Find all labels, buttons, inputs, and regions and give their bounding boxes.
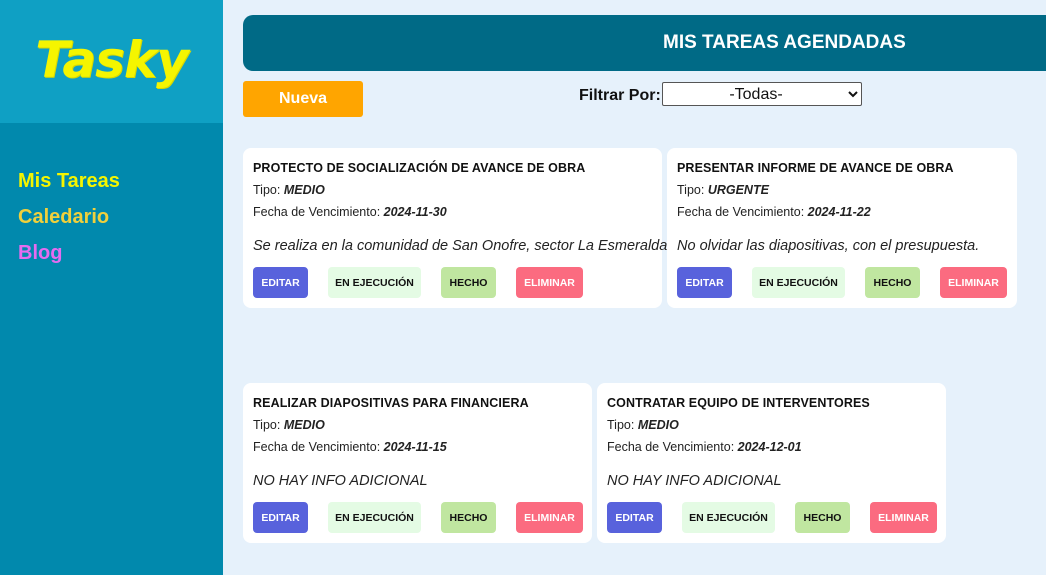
in-progress-button[interactable]: EN EJECUCIÓN [328, 267, 421, 298]
done-button[interactable]: HECHO [441, 502, 496, 533]
logo-area: Tasky [0, 0, 223, 123]
edit-button[interactable]: EDITAR [607, 502, 662, 533]
task-due-value: 2024-11-22 [807, 205, 871, 219]
edit-button[interactable]: EDITAR [253, 502, 308, 533]
task-due-value: 2024-11-30 [383, 205, 447, 219]
task-title: CONTRATAR EQUIPO DE INTERVENTORES [607, 396, 870, 410]
nav-item-calendario[interactable]: Caledario [18, 204, 120, 240]
task-type-value: URGENTE [707, 183, 769, 197]
task-type: Tipo: MEDIO [253, 417, 582, 439]
task-due-label: Fecha de Vencimiento: [253, 440, 384, 454]
task-due: Fecha de Vencimiento: 2024-12-01 [607, 439, 936, 461]
task-type-label: Tipo: [253, 418, 284, 432]
task-due-label: Fecha de Vencimiento: [677, 205, 808, 219]
task-title: REALIZAR DIAPOSITIVAS PARA FINANCIERA [253, 396, 529, 410]
task-actions: EDITAR EN EJECUCIÓN HECHO ELIMINAR [253, 267, 583, 298]
done-button[interactable]: HECHO [441, 267, 496, 298]
task-card: REALIZAR DIAPOSITIVAS PARA FINANCIERA Ti… [243, 383, 592, 543]
task-card: PRESENTAR INFORME DE AVANCE DE OBRA Tipo… [667, 148, 1017, 308]
task-actions: EDITAR EN EJECUCIÓN HECHO ELIMINAR [253, 502, 583, 533]
task-due: Fecha de Vencimiento: 2024-11-22 [677, 204, 1007, 226]
in-progress-button[interactable]: EN EJECUCIÓN [752, 267, 845, 298]
app-logo[interactable]: Tasky [35, 31, 189, 89]
page-header: MIS TAREAS AGENDADAS [243, 15, 1046, 71]
nav-item-blog[interactable]: Blog [18, 240, 120, 276]
in-progress-button[interactable]: EN EJECUCIÓN [682, 502, 775, 533]
delete-button[interactable]: ELIMINAR [870, 502, 937, 533]
filter-label: Filtrar Por: [579, 87, 661, 104]
done-button[interactable]: HECHO [795, 502, 850, 533]
sidebar-nav: Mis Tareas Caledario Blog [18, 168, 120, 276]
task-type-label: Tipo: [253, 183, 284, 197]
task-title: PROTECTO DE SOCIALIZACIÓN DE AVANCE DE O… [253, 161, 586, 175]
task-due: Fecha de Vencimiento: 2024-11-15 [253, 439, 582, 461]
task-type-label: Tipo: [677, 183, 708, 197]
task-due-value: 2024-12-01 [737, 440, 802, 454]
new-task-button[interactable]: Nueva [243, 81, 363, 117]
task-description: NO HAY INFO ADICIONAL [253, 473, 428, 489]
task-title: PRESENTAR INFORME DE AVANCE DE OBRA [677, 161, 954, 175]
task-description: No olvidar las diapositivas, con el pres… [677, 238, 980, 254]
task-type-value: MEDIO [283, 183, 325, 197]
task-actions: EDITAR EN EJECUCIÓN HECHO ELIMINAR [607, 502, 937, 533]
task-due-label: Fecha de Vencimiento: [253, 205, 384, 219]
task-type: Tipo: URGENTE [677, 182, 1007, 204]
task-type: Tipo: MEDIO [607, 417, 936, 439]
delete-button[interactable]: ELIMINAR [516, 267, 583, 298]
in-progress-button[interactable]: EN EJECUCIÓN [328, 502, 421, 533]
nav-item-mis-tareas[interactable]: Mis Tareas [18, 168, 120, 204]
task-type: Tipo: MEDIO [253, 182, 652, 204]
task-card: CONTRATAR EQUIPO DE INTERVENTORES Tipo: … [597, 383, 946, 543]
task-actions: EDITAR EN EJECUCIÓN HECHO ELIMINAR [677, 267, 1007, 298]
done-button[interactable]: HECHO [865, 267, 920, 298]
task-description: Se realiza en la comunidad de San Onofre… [253, 238, 668, 254]
delete-button[interactable]: ELIMINAR [516, 502, 583, 533]
task-description: NO HAY INFO ADICIONAL [607, 473, 782, 489]
delete-button[interactable]: ELIMINAR [940, 267, 1007, 298]
sidebar: Tasky Mis Tareas Caledario Blog [0, 0, 223, 575]
task-due-value: 2024-11-15 [383, 440, 447, 454]
task-type-value: MEDIO [637, 418, 679, 432]
task-type-label: Tipo: [607, 418, 638, 432]
task-due: Fecha de Vencimiento: 2024-11-30 [253, 204, 652, 226]
edit-button[interactable]: EDITAR [253, 267, 308, 298]
task-type-value: MEDIO [283, 418, 325, 432]
edit-button[interactable]: EDITAR [677, 267, 732, 298]
filter-select[interactable]: -Todas- [662, 82, 862, 106]
page-title: MIS TAREAS AGENDADAS [663, 32, 906, 53]
task-due-label: Fecha de Vencimiento: [607, 440, 738, 454]
task-card: PROTECTO DE SOCIALIZACIÓN DE AVANCE DE O… [243, 148, 668, 308]
